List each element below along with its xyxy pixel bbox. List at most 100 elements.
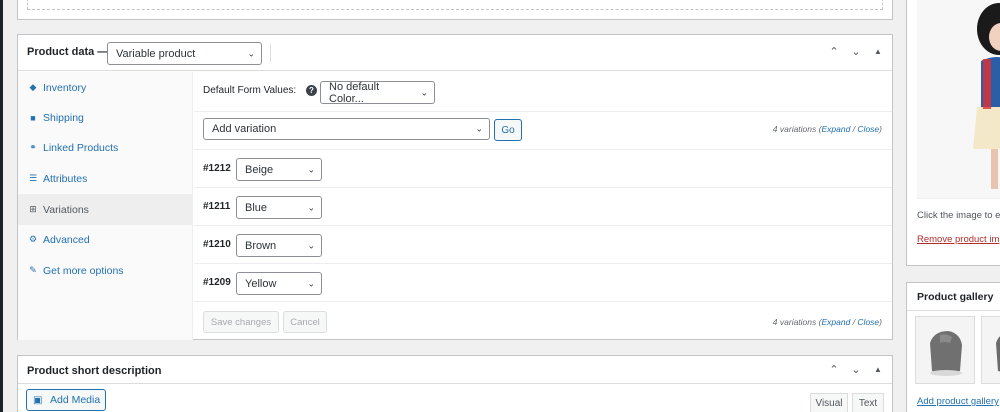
close-link[interactable]: Close [857,317,879,327]
header-separator [270,44,271,62]
variation-color-select[interactable]: Blue ⌄ [236,196,322,219]
plugin-icon: ✎ [29,265,37,275]
header-controls: ⌃ ⌄ ▲ [828,363,884,376]
add-variation-value: Add variation [212,123,277,135]
gallery-image [916,317,974,383]
tab-label: Linked Products [43,141,119,154]
tab-text[interactable]: Text [852,393,884,412]
product-data-box: Product data — Variable product ⌄ ⌃ ⌄ ▲ … [17,34,893,340]
tab-label: Inventory [43,81,87,94]
remove-product-image-link[interactable]: Remove product im [917,234,999,245]
product-type-value: Variable product [116,47,196,60]
product-gallery-box: Product gallery Add product gallery [906,282,1000,412]
variation-id: #1211 [203,201,231,212]
product-data-tabs: ◆ Inventory ■ Shipping ⚭ Linked Products… [18,72,193,340]
product-data-header: Product data — Variable product ⌄ ⌃ ⌄ ▲ [18,35,892,71]
move-up-icon[interactable]: ⌃ [828,45,840,58]
gallery-image [982,317,1000,383]
header-controls: ⌃ ⌄ ▲ [828,45,884,58]
link-icon: ⚭ [29,142,37,152]
variation-row: #1209 Yellow ⌄ [194,264,892,302]
variations-count-text: 4 variations [772,124,817,134]
variations-footer: Save changes Cancel 4 variations (Expand… [194,302,892,340]
variation-row: #1210 Brown ⌄ [194,226,892,264]
tab-linked-products[interactable]: ⚭ Linked Products [18,132,193,163]
short-description-title: Product short description [27,365,162,377]
media-icon: ▣ [33,394,43,406]
add-media-button[interactable]: ▣ Add Media [26,389,106,411]
add-media-label: Add Media [50,394,101,406]
variations-panel: Default Form Values: ? No default Color.… [194,72,892,339]
tab-get-more-options[interactable]: ✎ Get more options [18,255,193,286]
variations-count-text: 4 variations [772,317,817,327]
variation-id: #1209 [203,277,231,288]
save-changes-button[interactable]: Save changes [203,311,279,333]
chevron-down-icon: ⌄ [420,87,428,97]
chevron-down-icon: ⌄ [307,278,315,288]
tab-variations[interactable]: ⊞ Variations [18,194,193,225]
tab-visual[interactable]: Visual [810,393,848,412]
chevron-down-icon: ⌄ [307,202,315,212]
variation-row: #1211 Blue ⌄ [194,188,892,226]
close-link[interactable]: Close [857,124,879,134]
cancel-button[interactable]: Cancel [283,311,327,333]
product-type-select[interactable]: Variable product ⌄ [107,42,262,65]
add-gallery-images-link[interactable]: Add product gallery [917,396,999,407]
list-icon: ☰ [28,173,38,183]
tab-advanced[interactable]: ⚙ Advanced [18,224,193,255]
default-color-value: No default Color... [329,80,380,105]
tag-icon: ◆ [29,82,37,92]
tab-label: Get more options [43,264,124,277]
variations-count: 4 variations (Expand / Close) [773,124,882,134]
variation-color-select[interactable]: Brown ⌄ [236,234,322,257]
variation-color-value: Brown [245,239,277,252]
tab-attributes[interactable]: ☰ Attributes [18,163,193,194]
expand-link[interactable]: Expand [821,317,850,327]
tab-label: Shipping [43,111,84,124]
product-gallery-title: Product gallery [917,291,994,303]
default-color-select[interactable]: No default Color... ⌄ [320,80,435,105]
chevron-down-icon: ⌄ [475,123,483,134]
tab-inventory[interactable]: ◆ Inventory [18,72,193,103]
paren-close: ) [879,124,882,134]
truck-icon: ■ [30,112,36,123]
default-form-values-label: Default Form Values: [203,85,297,96]
gear-icon: ⚙ [28,234,38,244]
move-down-icon[interactable]: ⌄ [850,45,862,58]
gallery-thumbnail[interactable] [915,316,975,384]
move-up-icon[interactable]: ⌃ [828,363,840,376]
chevron-down-icon: ⌄ [247,48,255,58]
variation-color-value: Beige [245,163,274,176]
variation-id: #1212 [203,163,231,174]
product-data-title: Product data — [27,46,109,58]
toggle-panel-icon[interactable]: ▲ [872,47,884,56]
product-image-box: Click the image to e Remove product im [906,0,1000,266]
gallery-thumbnail[interactable] [981,316,1000,384]
left-edge [0,0,3,412]
add-variation-row: Add variation ⌄ Go 4 variations (Expand … [194,112,892,150]
variation-row: #1212 Beige ⌄ [194,150,892,188]
expand-link[interactable]: Expand [821,124,850,134]
tab-label: Advanced [43,233,90,246]
paren-close: ) [879,317,882,327]
tab-shipping[interactable]: ■ Shipping [18,102,193,133]
grid-icon: ⊞ [29,204,37,214]
image-hint-text: Click the image to e [917,210,1000,221]
go-button[interactable]: Go [494,119,522,141]
variation-color-select[interactable]: Yellow ⌄ [236,272,322,295]
chevron-down-icon: ⌄ [307,164,315,174]
product-gallery-header: Product gallery [907,283,1000,311]
doll-image [917,0,1000,198]
tab-label: Attributes [43,172,88,185]
add-variation-select[interactable]: Add variation ⌄ [203,118,490,140]
product-image[interactable] [917,0,1000,199]
toggle-panel-icon[interactable]: ▲ [872,365,884,374]
tab-label: Variations [43,203,89,216]
previous-metabox-inner [27,0,883,10]
chevron-down-icon: ⌄ [307,240,315,250]
variation-color-select[interactable]: Beige ⌄ [236,158,322,181]
short-description-box: Product short description ⌃ ⌄ ▲ ▣ Add Me… [17,355,893,412]
move-down-icon[interactable]: ⌄ [850,363,862,376]
help-icon[interactable]: ? [306,85,317,96]
variation-id: #1210 [203,239,231,250]
